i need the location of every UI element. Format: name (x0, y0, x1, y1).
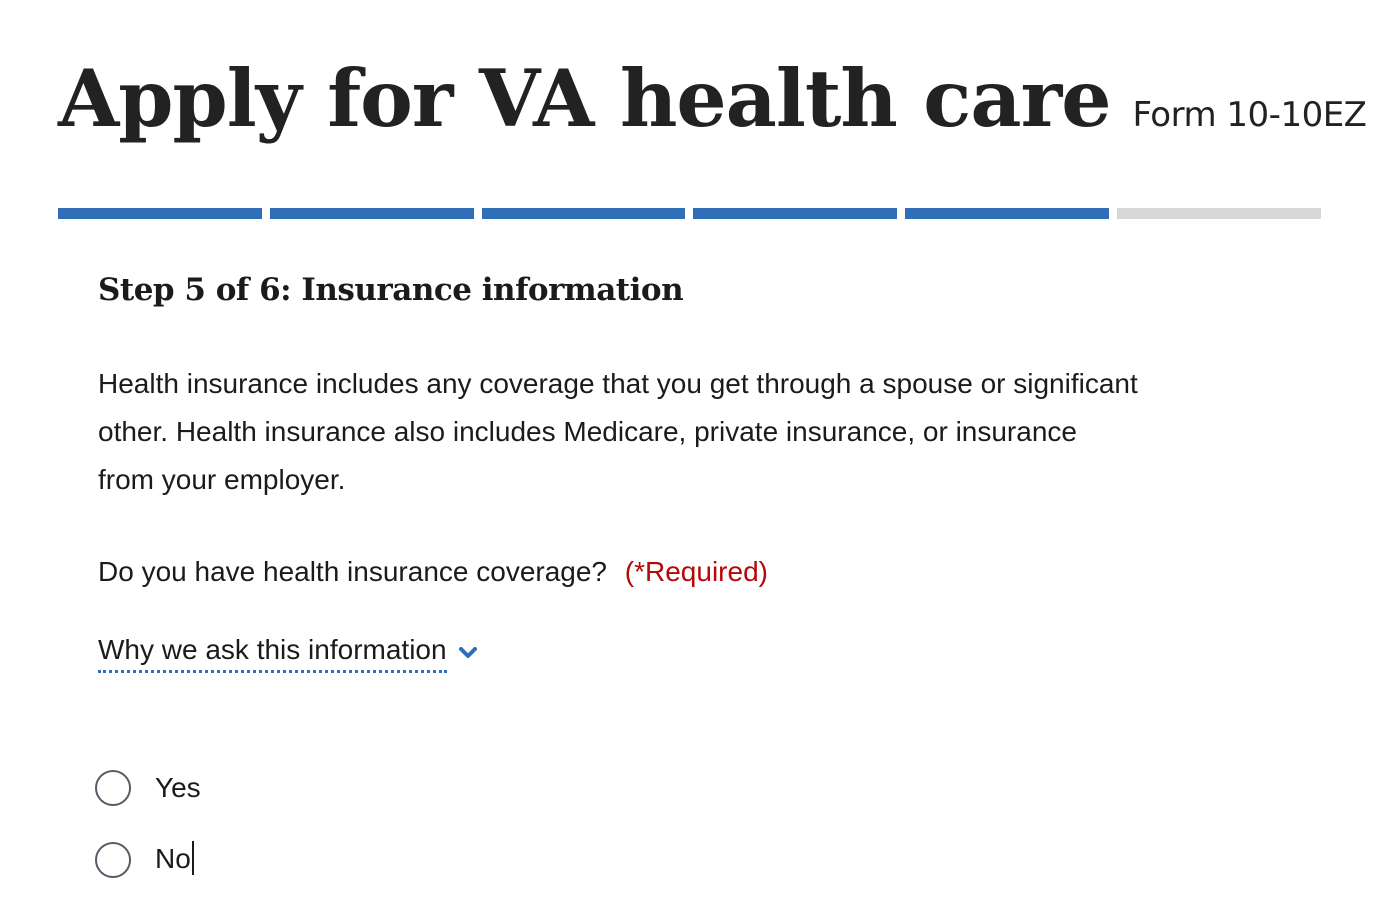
progress-segment (481, 208, 686, 219)
progress-bar (58, 208, 1321, 219)
step-heading: Step 5 of 6: Insurance information (98, 272, 684, 308)
radio-button-no[interactable] (95, 842, 131, 878)
radio-option-yes[interactable]: Yes (95, 768, 201, 808)
form-content: Step 5 of 6: Insurance information Healt… (98, 272, 1198, 673)
radio-label-yes[interactable]: Yes (155, 772, 201, 804)
radio-label-no[interactable]: No (155, 841, 194, 878)
radio-label-no-text: No (155, 842, 191, 874)
radio-option-no[interactable]: No (95, 840, 201, 880)
progress-segment (905, 208, 1110, 219)
insurance-radio-group: Yes No (95, 768, 201, 912)
chevron-down-icon (458, 646, 477, 658)
progress-segment (269, 208, 474, 219)
question-label: Do you have health insurance coverage? (… (98, 552, 1198, 592)
why-we-ask-toggle[interactable]: Why we ask this information (98, 632, 479, 673)
why-we-ask-label: Why we ask this information (98, 632, 447, 673)
progress-segment (1117, 208, 1321, 219)
page-header: Apply for VA health care Form 10-10EZ (58, 52, 1367, 145)
progress-segment (58, 208, 262, 219)
text-cursor (191, 841, 194, 876)
step-description: Health insurance includes any coverage t… (98, 368, 1138, 495)
radio-button-yes[interactable] (95, 770, 131, 806)
progress-segment (693, 208, 898, 219)
page-title: Apply for VA health care (58, 52, 1111, 145)
question-text: Do you have health insurance coverage? (98, 556, 608, 587)
form-number: Form 10-10EZ (1132, 95, 1367, 135)
required-indicator: (*Required) (624, 556, 768, 587)
